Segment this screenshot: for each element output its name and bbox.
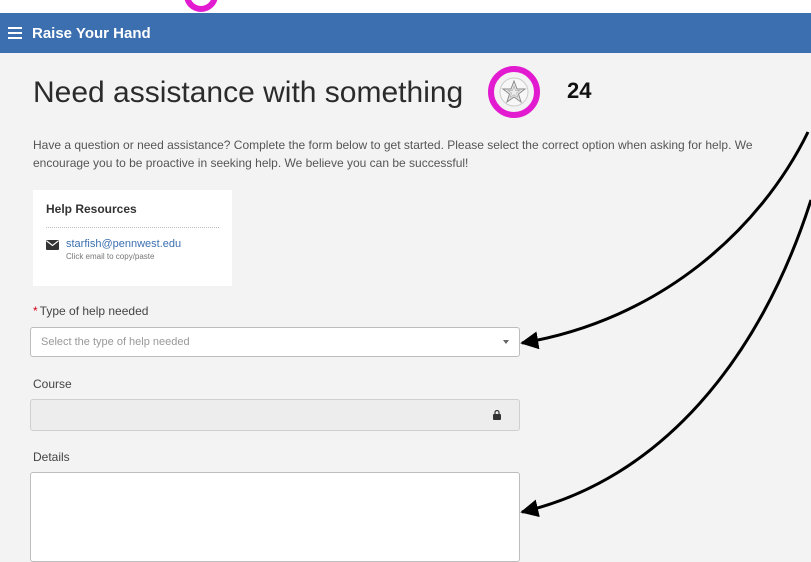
email-hint: Click email to copy/paste [66,252,155,261]
required-mark: * [33,304,38,318]
caret-down-icon [503,340,509,344]
course-field [30,399,520,431]
type-of-help-placeholder: Select the type of help needed [41,336,190,348]
page-title: Need assistance with something [33,76,464,109]
menu-icon[interactable] [8,27,22,39]
lock-icon [493,410,501,420]
help-resources-title: Help Resources [46,202,137,216]
details-label: Details [33,450,70,464]
top-sliver [0,0,811,13]
highlight-ring [488,66,540,118]
annotation-number: 24 [567,78,592,103]
arrow-to-details [520,199,811,518]
type-of-help-label: * Type of help needed [33,304,148,318]
starfish-icon [499,77,529,107]
email-resource: starfish@pennwest.edu Click email to cop… [46,237,219,262]
divider [46,227,219,228]
help-resources-card: Help Resources starfish@pennwest.edu Cli… [33,190,232,286]
type-of-help-label-text: Type of help needed [39,304,149,318]
app-header: Raise Your Hand [0,13,811,53]
course-label: Course [33,377,72,391]
highlight-ring-partial [184,0,218,12]
mail-icon [46,240,59,250]
intro-text: Have a question or need assistance? Comp… [33,138,753,170]
email-link[interactable]: starfish@pennwest.edu [66,237,181,251]
app-title: Raise Your Hand [32,24,151,42]
details-textarea[interactable] [30,472,520,562]
type-of-help-select[interactable]: Select the type of help needed [30,327,520,357]
